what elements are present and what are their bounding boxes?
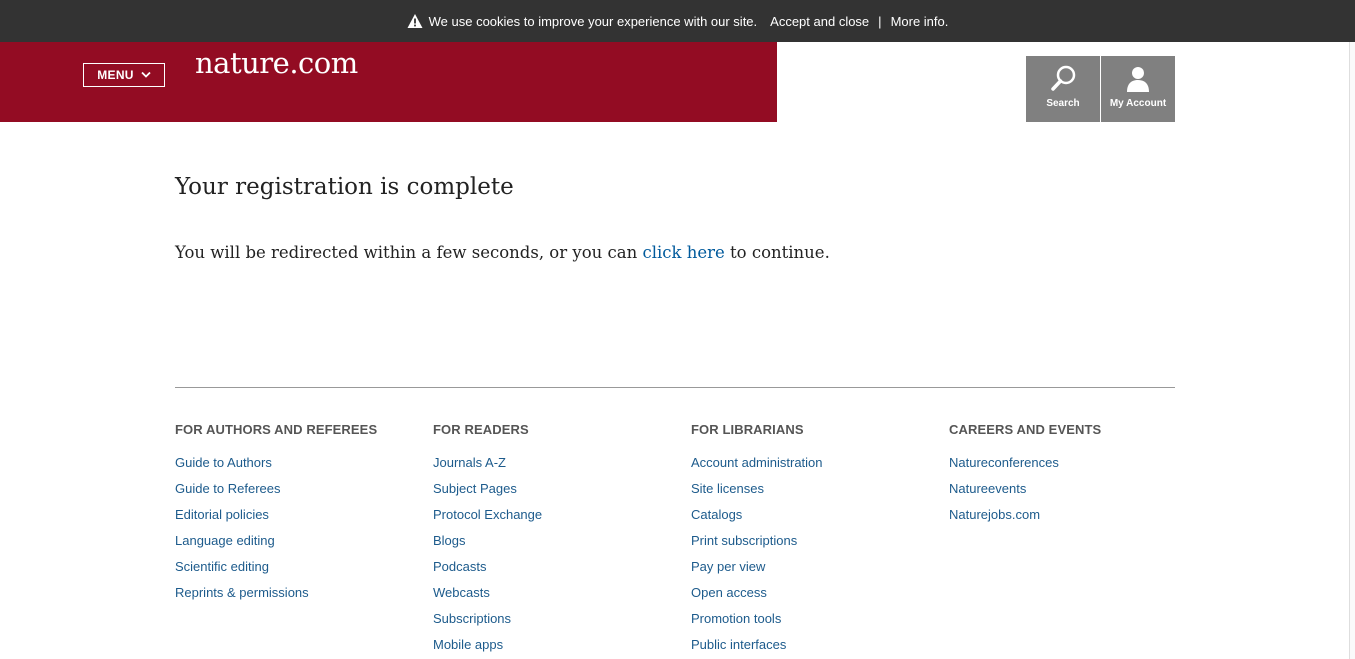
footer-link-pay-per-view[interactable]: Pay per view xyxy=(691,559,765,574)
footer-link-natureevents[interactable]: Natureevents xyxy=(949,481,1026,496)
continue-link[interactable]: click here xyxy=(642,243,724,262)
cookie-separator: | xyxy=(878,13,882,29)
footer-column-librarians: FOR LIBRARIANS Account administration Si… xyxy=(691,422,931,659)
more-info-link[interactable]: More info. xyxy=(891,14,949,29)
my-account-button[interactable]: My Account xyxy=(1101,56,1175,122)
footer-link-naturejobs[interactable]: Naturejobs.com xyxy=(949,507,1040,522)
footer-link-subject-pages[interactable]: Subject Pages xyxy=(433,481,517,496)
footer-link-mobile-apps[interactable]: Mobile apps xyxy=(433,637,503,652)
footer-link-language-editing[interactable]: Language editing xyxy=(175,533,275,548)
footer-column-authors: FOR AUTHORS AND REFEREES Guide to Author… xyxy=(175,422,415,611)
footer-link-reprints-permissions[interactable]: Reprints & permissions xyxy=(175,585,309,600)
footer-link-webcasts[interactable]: Webcasts xyxy=(433,585,490,600)
cookie-message: We use cookies to improve your experienc… xyxy=(428,13,758,29)
footer-column-careers: CAREERS AND EVENTS Natureconferences Nat… xyxy=(949,422,1189,533)
footer-link-print-subscriptions[interactable]: Print subscriptions xyxy=(691,533,797,548)
footer-link-journals-a-z[interactable]: Journals A-Z xyxy=(433,455,506,470)
footer-link-guide-to-authors[interactable]: Guide to Authors xyxy=(175,455,272,470)
menu-label: MENU xyxy=(97,68,134,82)
footer-link-promotion-tools[interactable]: Promotion tools xyxy=(691,611,781,626)
accept-cookies-link[interactable]: Accept and close xyxy=(770,14,869,29)
footer-link-natureconferences[interactable]: Natureconferences xyxy=(949,455,1059,470)
search-icon xyxy=(1051,65,1076,91)
footer-divider xyxy=(175,387,1175,388)
footer-heading: CAREERS AND EVENTS xyxy=(949,422,1102,437)
chevron-down-icon xyxy=(141,71,151,78)
site-logo[interactable]: nature.com xyxy=(195,46,358,80)
search-label: Search xyxy=(1046,98,1080,109)
scrollbar[interactable] xyxy=(1349,42,1355,659)
footer-link-site-licenses[interactable]: Site licenses xyxy=(691,481,764,496)
footer-link-open-access[interactable]: Open access xyxy=(691,585,767,600)
redirect-text-before: You will be redirected within a few seco… xyxy=(175,243,643,262)
search-button[interactable]: Search xyxy=(1026,56,1100,122)
footer-column-readers: FOR READERS Journals A-Z Subject Pages P… xyxy=(433,422,673,659)
footer-link-protocol-exchange[interactable]: Protocol Exchange xyxy=(433,507,542,522)
footer-link-scientific-editing[interactable]: Scientific editing xyxy=(175,559,269,574)
redirect-message: You will be redirected within a few seco… xyxy=(175,243,830,262)
footer-link-subscriptions[interactable]: Subscriptions xyxy=(433,611,511,626)
footer-link-public-interfaces[interactable]: Public interfaces xyxy=(691,637,786,652)
footer-heading: FOR READERS xyxy=(433,422,529,437)
footer-link-blogs[interactable]: Blogs xyxy=(433,533,466,548)
footer-heading: FOR LIBRARIANS xyxy=(691,422,804,437)
footer-heading: FOR AUTHORS AND REFEREES xyxy=(175,422,378,437)
cookie-banner: We use cookies to improve your experienc… xyxy=(0,0,1355,42)
page: We use cookies to improve your experienc… xyxy=(0,0,1355,659)
redirect-text-after: to continue. xyxy=(724,243,830,262)
footer-link-podcasts[interactable]: Podcasts xyxy=(433,559,486,574)
brand-header: MENU nature.com xyxy=(0,42,777,122)
footer-link-account-administration[interactable]: Account administration xyxy=(691,455,823,470)
footer-link-editorial-policies[interactable]: Editorial policies xyxy=(175,507,269,522)
user-icon xyxy=(1127,67,1149,92)
warning-icon xyxy=(407,14,423,28)
footer-link-catalogs[interactable]: Catalogs xyxy=(691,507,742,522)
menu-button[interactable]: MENU xyxy=(83,63,165,87)
page-title: Your registration is complete xyxy=(175,174,514,200)
footer-link-guide-to-referees[interactable]: Guide to Referees xyxy=(175,481,281,496)
my-account-label: My Account xyxy=(1109,98,1167,109)
